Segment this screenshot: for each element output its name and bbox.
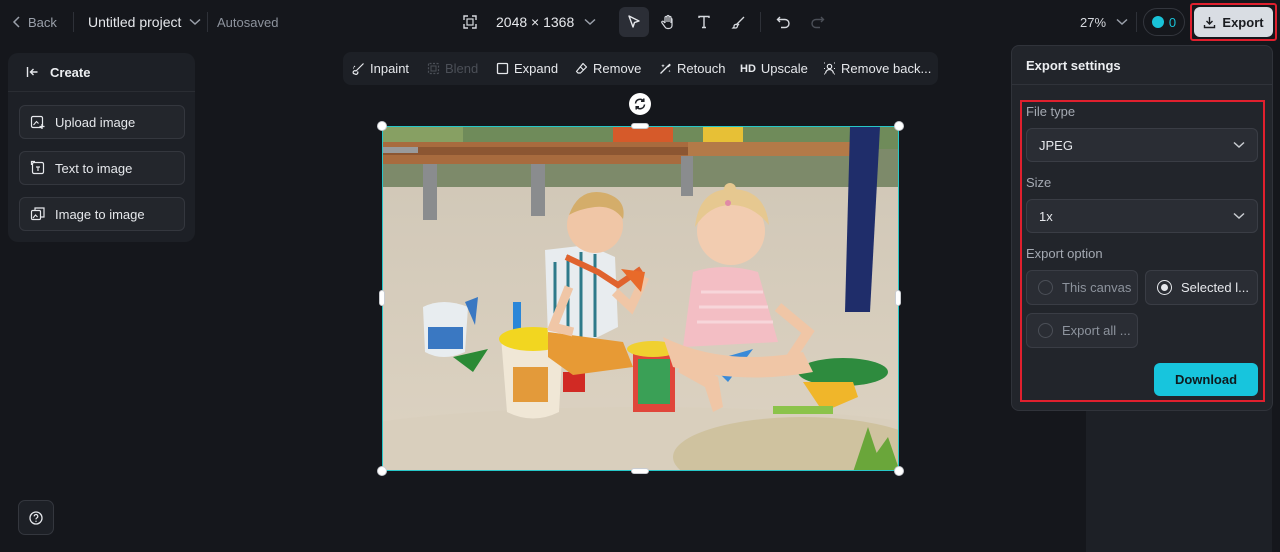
canvas-image[interactable] [382,126,899,471]
chevron-left-icon [12,16,20,28]
remove-background-label: Remove back... [841,61,932,76]
redo-icon [810,16,824,29]
hand-tool-button[interactable] [653,7,683,37]
credit-icon [1151,16,1164,28]
image-to-image-button[interactable]: Image to image [19,197,185,231]
canvas-dimensions: 2048 × 1368 [496,14,575,30]
back-button[interactable]: Back [12,0,57,44]
create-title: Create [50,64,91,80]
credits-badge[interactable]: 0 [1143,8,1185,36]
create-panel: Create Upload image Text to image Image … [8,53,195,242]
retouch-icon [660,63,671,74]
remove-background-icon [824,62,835,75]
blend-button[interactable]: Blend [427,52,478,85]
right-panel [1086,405,1272,552]
image-to-image-label: Image to image [55,206,145,222]
resize-handle-left[interactable] [379,290,385,306]
ai-toolbar: Inpaint Blend Expand Remove Retouch HD U… [343,52,938,85]
inpaint-label: Inpaint [370,61,410,76]
upload-image-button[interactable]: Upload image [19,105,185,139]
text-to-image-button[interactable]: Text to image [19,151,185,185]
help-icon [29,510,43,525]
resize-icon [463,15,477,29]
text-to-image-label: Text to image [55,160,133,176]
expand-button[interactable]: Expand [496,52,558,85]
select-tool-button[interactable] [619,7,649,37]
blend-label: Blend [445,61,479,76]
zoom-dropdown[interactable]: 27% [1080,0,1128,44]
export-button-highlight [1190,3,1277,41]
blend-icon [427,62,440,75]
undo-icon [776,16,790,29]
chevron-down-icon [189,18,201,26]
retouch-label: Retouch [677,61,726,76]
remove-background-button[interactable]: Remove back... [823,52,931,85]
expand-icon [496,62,509,75]
upload-image-label: Upload image [55,114,136,130]
credits-count: 0 [1168,14,1177,30]
remove-button[interactable]: Remove [575,52,641,85]
expand-label: Expand [514,61,559,76]
inpaint-icon [352,63,364,75]
help-button[interactable] [18,500,54,535]
chevron-down-icon [584,18,596,26]
upscale-button[interactable]: HD Upscale [740,52,808,85]
text-icon [698,15,710,29]
undo-button[interactable] [768,7,798,37]
retouch-button[interactable]: Retouch [659,52,725,85]
resize-handle-top-right[interactable] [894,121,904,131]
divider [1136,12,1137,32]
redo-button[interactable] [802,7,832,37]
hd-badge: HD [740,62,756,75]
cursor-icon [628,15,640,28]
eraser-icon [575,62,588,74]
remove-label: Remove [593,61,642,76]
photo-children-sandbox [383,127,898,470]
text-tool-button[interactable] [689,7,719,37]
divider [207,12,208,32]
hand-icon [661,14,673,30]
divider [760,12,761,32]
export-settings-title: Export settings [1026,58,1121,73]
rotate-icon [634,98,646,110]
resize-handle-bottom[interactable] [631,468,649,474]
resize-handle-bottom-right[interactable] [894,466,904,476]
project-name: Untitled project [88,14,182,30]
chevron-down-icon [1116,18,1128,26]
top-bar: Back Untitled project Autosaved 2048 × 1… [0,0,1280,44]
upload-image-icon [30,115,45,129]
project-name-dropdown[interactable]: Untitled project [88,0,201,44]
rotate-handle[interactable] [629,93,651,115]
autosave-status: Autosaved [217,14,279,30]
text-to-image-icon [30,160,45,175]
resize-handle-right[interactable] [895,290,901,306]
collapse-left-icon [26,67,38,77]
divider [1012,84,1272,85]
zoom-level: 27% [1080,14,1107,30]
resize-handle-top[interactable] [631,123,649,129]
export-settings-highlight [1020,100,1265,402]
brush-icon [730,16,744,29]
inpaint-button[interactable]: Inpaint [352,52,409,85]
image-to-image-icon [30,207,45,221]
brush-tool-button[interactable] [723,7,753,37]
create-header[interactable]: Create [8,53,195,92]
canvas-size-dropdown[interactable]: 2048 × 1368 [462,0,596,44]
divider [73,12,74,32]
resize-handle-bottom-left[interactable] [377,466,387,476]
resize-handle-top-left[interactable] [377,121,387,131]
upscale-label: Upscale [760,61,808,76]
back-label: Back [28,14,57,30]
